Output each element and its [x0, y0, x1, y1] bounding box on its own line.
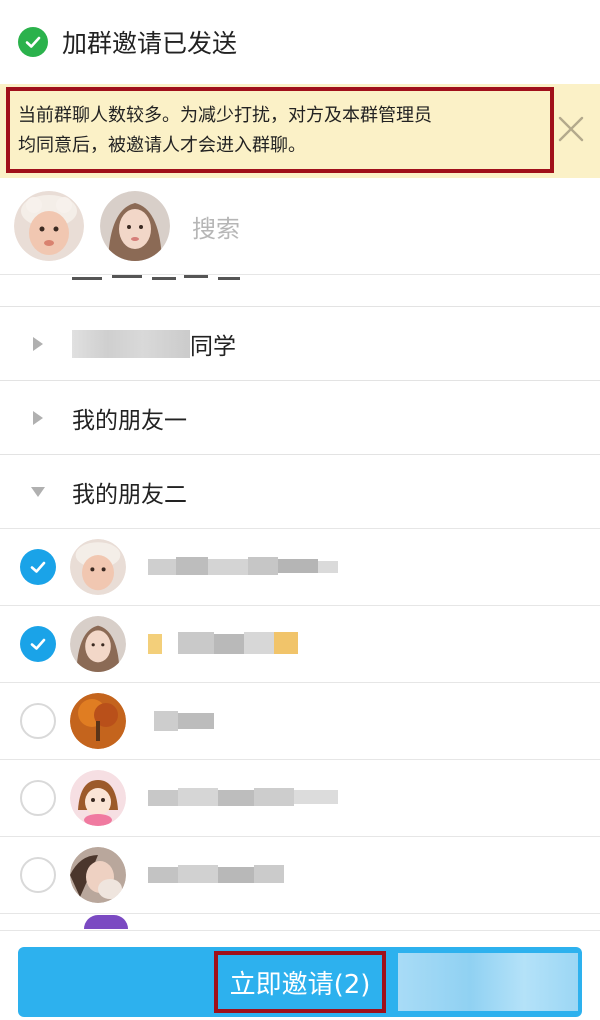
mosaic-overlay — [398, 953, 578, 1011]
couple-avatar — [70, 847, 126, 903]
partial-avatar — [84, 915, 128, 929]
check-circle-icon — [18, 27, 48, 57]
contact-row[interactable] — [0, 605, 600, 682]
invite-now-button[interactable]: 立即邀请(2) — [18, 947, 582, 1017]
toast-text: 加群邀请已发送 — [62, 29, 238, 58]
partial-group-label — [72, 275, 252, 303]
contact-row-partial — [0, 913, 600, 930]
group-size-notice: 当前群聊人数较多。为减少打扰，对方及本群管理员 均同意后，被邀请人才会进入群聊。 — [0, 84, 600, 178]
blurred-contact-name — [148, 701, 228, 741]
checkbox-unchecked[interactable] — [20, 703, 56, 739]
group-row-classmates[interactable]: 同学 — [0, 306, 600, 380]
selected-avatar-baby[interactable] — [14, 191, 84, 261]
cartoon-girl-avatar — [70, 770, 126, 826]
footer-bar: 立即邀请(2) — [0, 930, 600, 1020]
blurred-group-name — [72, 329, 190, 358]
expanded-arrow-icon — [28, 482, 48, 502]
search-input[interactable]: 搜索 — [192, 209, 240, 244]
girl-avatar — [70, 616, 126, 672]
baby-avatar — [70, 539, 126, 595]
invite-button-label: 立即邀请(2) — [229, 969, 371, 1000]
checkbox-unchecked[interactable] — [20, 857, 56, 893]
group-label: 我的朋友一 — [72, 407, 187, 434]
autumn-tree-avatar — [70, 693, 126, 749]
contact-row[interactable] — [0, 682, 600, 759]
selected-members-bar: 搜索 — [0, 178, 600, 274]
collapsed-arrow-icon — [28, 334, 48, 354]
group-row-friends-1[interactable]: 我的朋友一 — [0, 380, 600, 454]
checkbox-unchecked[interactable] — [20, 780, 56, 816]
blurred-contact-name — [148, 624, 318, 664]
blurred-contact-name — [148, 778, 348, 818]
contact-row[interactable] — [0, 836, 600, 913]
notice-line-1: 当前群聊人数较多。为减少打扰，对方及本群管理员 — [18, 105, 432, 126]
notice-line-2: 均同意后，被邀请人才会进入群聊。 — [18, 135, 306, 156]
group-row-friends-2[interactable]: 我的朋友二 — [0, 454, 600, 528]
invite-sent-toast: 加群邀请已发送 — [0, 0, 600, 84]
contact-row[interactable] — [0, 759, 600, 836]
blurred-contact-name — [148, 855, 298, 895]
notice-highlight-box: 当前群聊人数较多。为减少打扰，对方及本群管理员 均同意后，被邀请人才会进入群聊。 — [6, 87, 554, 173]
selected-avatar-girl[interactable] — [100, 191, 170, 261]
collapsed-arrow-icon — [28, 408, 48, 428]
button-highlight-box: 立即邀请(2) — [213, 951, 387, 1013]
partial-group-row — [0, 274, 600, 306]
contact-row[interactable] — [0, 528, 600, 605]
checkbox-checked[interactable] — [20, 626, 56, 662]
group-label: 我的朋友二 — [72, 481, 187, 508]
checkbox-checked[interactable] — [20, 549, 56, 585]
close-icon[interactable] — [554, 112, 588, 146]
blurred-contact-name — [148, 547, 348, 587]
group-label: 同学 — [190, 333, 236, 360]
